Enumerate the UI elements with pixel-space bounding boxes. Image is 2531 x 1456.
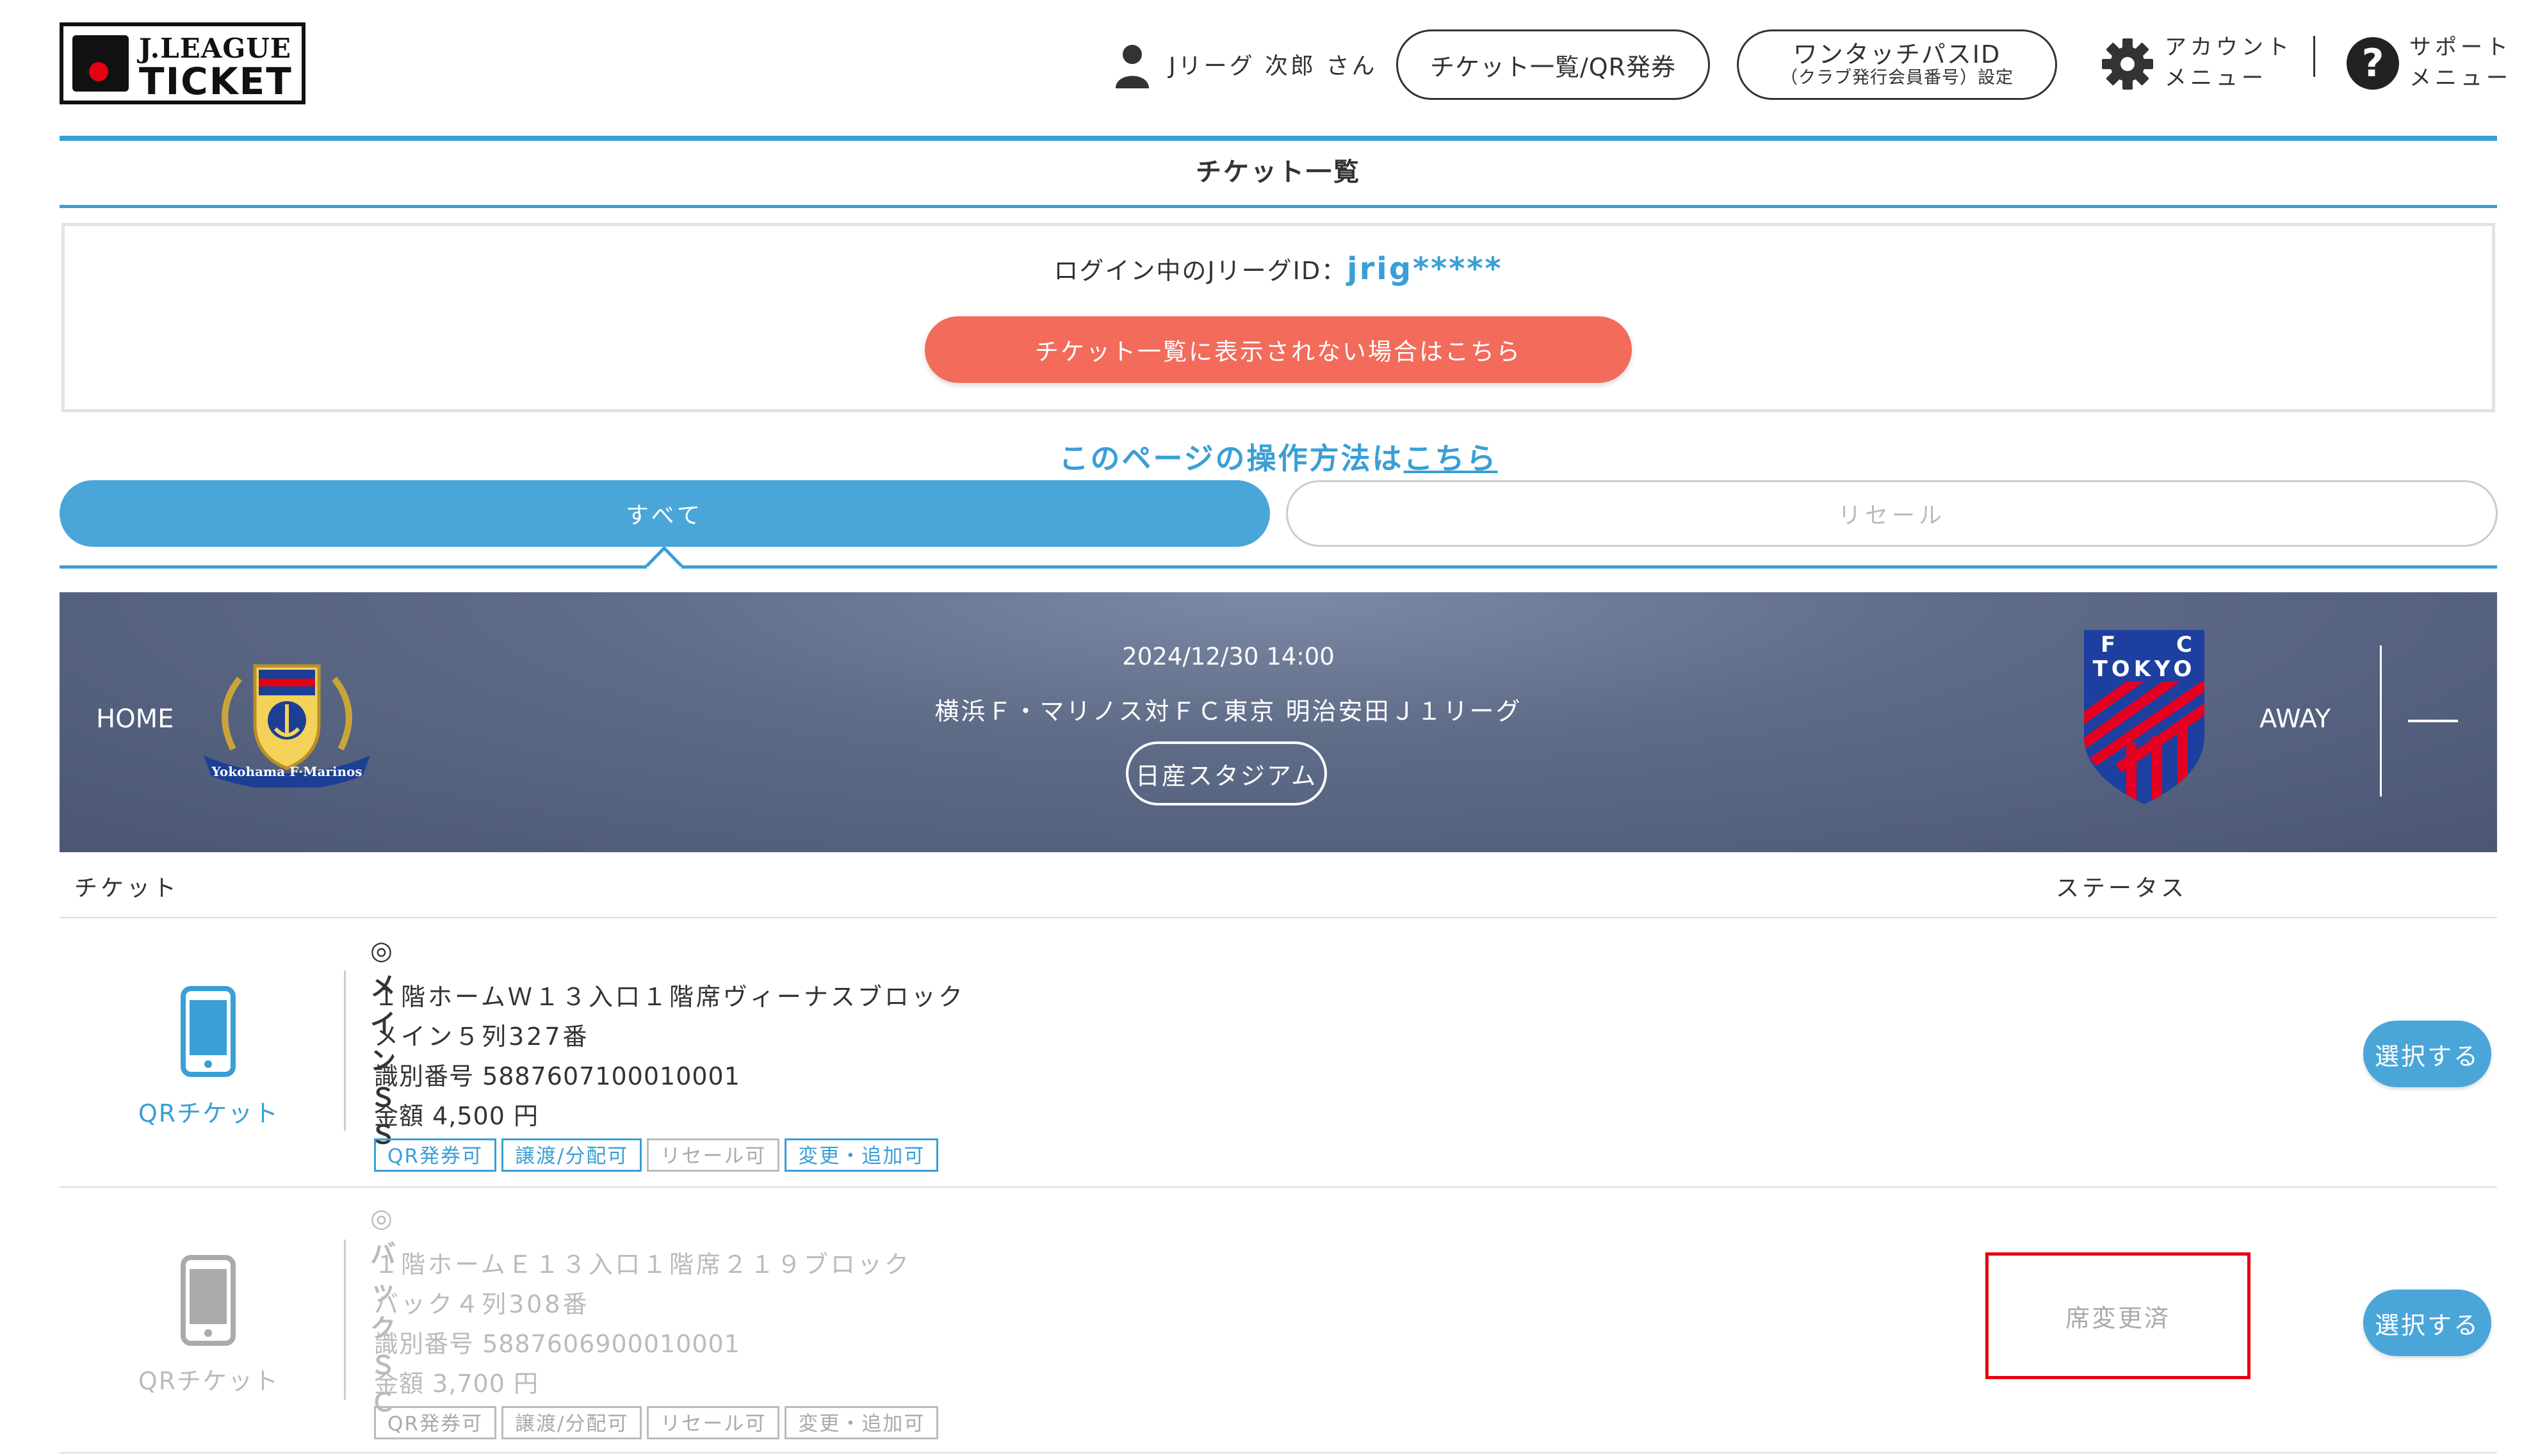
ticket-list-qr-button[interactable]: チケット一覧/QR発券: [1396, 29, 1710, 100]
touchpass-sublabel: （クラブ発行会員番号）設定: [1780, 68, 2014, 88]
header-divider: [2313, 36, 2315, 77]
login-id-value: jrig*****: [1347, 251, 1503, 287]
tab-resale[interactable]: リセール: [1286, 480, 2498, 547]
touchpass-id-button[interactable]: ワンタッチパスID （クラブ発行会員番号）設定: [1737, 29, 2057, 100]
ticket-row-number: メイン５列327番: [374, 1023, 590, 1051]
howto-text: このページの操作方法はこちら: [1059, 441, 1498, 476]
fc-tokyo-crest-icon: F C TOKYO: [2084, 630, 2204, 804]
tab-all[interactable]: すべて: [60, 480, 1270, 547]
ticket-price: 金額 4,500 円: [374, 1102, 539, 1130]
svg-text:C: C: [2176, 632, 2192, 658]
gear-icon[interactable]: [2101, 37, 2154, 91]
support-menu-label[interactable]: サポート メニュー: [2409, 32, 2512, 93]
svg-text:TOKYO: TOKYO: [2093, 656, 2196, 682]
tag-transfer: 譲渡/分配可: [501, 1406, 642, 1439]
help-icon[interactable]: ?: [2347, 37, 2399, 90]
svg-text:F: F: [2101, 632, 2115, 658]
account-menu-label[interactable]: アカウント メニュー: [2165, 32, 2293, 93]
ticket-price: 金額 3,700 円: [374, 1370, 539, 1398]
user-name: Jリーグ 次郎 さん: [1169, 53, 1378, 79]
match-datetime: 2024/12/30 14:00: [1122, 643, 1335, 670]
tag-change: 変更・追加可: [785, 1406, 939, 1439]
venue-button[interactable]: 日産スタジアム: [1126, 741, 1327, 805]
ticket-status: 席変更済: [1985, 1252, 2250, 1379]
j-mark-icon: [72, 35, 129, 92]
row-divider: [344, 1240, 346, 1400]
ticket-row-number: バック４列308番: [374, 1290, 590, 1318]
ticket-seat: １階ホームＥ１３入口１階席２１９ブロック: [374, 1250, 911, 1279]
touchpass-label: ワンタッチパスID: [1793, 40, 2001, 69]
smartphone-icon: [181, 1255, 236, 1346]
tag-transfer: 譲渡/分配可: [501, 1138, 642, 1172]
ticket-tags: QR発券可 譲渡/分配可 リセール可 変更・追加可: [374, 1406, 939, 1439]
tab-caret-icon: [644, 547, 684, 569]
ticket-type-label: QRチケット: [138, 1099, 280, 1128]
svg-text:Yokohama F·Marinos: Yokohama F·Marinos: [211, 764, 362, 779]
row-divider: [344, 971, 346, 1131]
collapse-icon[interactable]: [2408, 720, 2458, 722]
missing-tickets-button[interactable]: チケット一覧に表示されない場合はこちら: [925, 316, 1632, 383]
logo-text-bottom: TICKET: [139, 60, 293, 103]
match-title: 横浜Ｆ・マリノス対ＦＣ東京 明治安田Ｊ１リーグ: [934, 697, 1522, 725]
login-id-line: ログイン中のJリーグID：jrig*****: [1054, 251, 1503, 287]
select-button[interactable]: 選択する: [2363, 1021, 2491, 1087]
row-separator: [60, 1186, 2497, 1188]
tag-resale: リセール可: [647, 1138, 780, 1172]
smartphone-icon: [181, 986, 236, 1077]
ticket-type-label: QRチケット: [138, 1367, 280, 1395]
title-top-rule: [60, 136, 2497, 141]
row-separator: [60, 1452, 2497, 1453]
ticket-tags: QR発券可 譲渡/分配可 リセール可 変更・追加可: [374, 1138, 939, 1172]
ticket-ident: 識別番号 5887607100010001: [374, 1062, 740, 1090]
select-button[interactable]: 選択する: [2363, 1290, 2491, 1356]
column-ticket: チケット: [74, 875, 180, 902]
tab-underline: [60, 565, 2497, 569]
tag-resale: リセール可: [647, 1406, 780, 1439]
ticket-seat: １階ホームＷ１３入口１階席ヴィーナスブロック: [374, 983, 965, 1011]
j-league-ticket-logo[interactable]: J.LEAGUE TICKET: [60, 22, 305, 104]
tag-change: 変更・追加可: [785, 1138, 939, 1172]
howto-link[interactable]: こちら: [1404, 441, 1498, 476]
away-label: AWAY: [2259, 704, 2331, 734]
page-title: チケット一覧: [1196, 158, 1361, 187]
row-separator: [60, 917, 2497, 918]
tag-qr: QR発券可: [374, 1138, 496, 1172]
ticket-ident: 識別番号 5887606900010001: [374, 1330, 740, 1358]
title-bottom-rule: [60, 205, 2497, 208]
match-card-divider: [2380, 645, 2382, 797]
user-icon: [1116, 45, 1149, 88]
tag-qr: QR発券可: [374, 1406, 496, 1439]
column-status: ステータス: [2056, 875, 2188, 902]
